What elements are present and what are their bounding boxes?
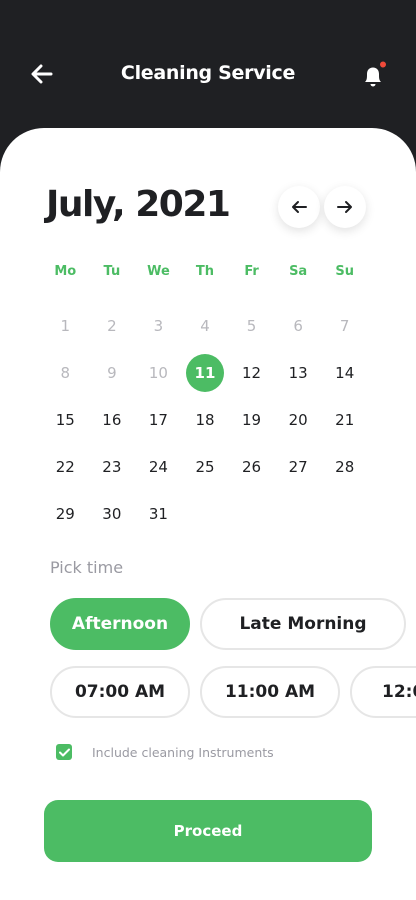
calendar-day-number: 5	[246, 316, 257, 335]
arrow-left-icon	[292, 201, 307, 213]
prev-month-button[interactable]	[278, 186, 320, 228]
calendar-day-number: 14	[335, 363, 355, 382]
weekday-label: Th	[195, 264, 215, 279]
calendar-day[interactable]: 1	[42, 302, 89, 349]
booking-sheet: July, 2021 Mo Tu We Th Fr Sa Su 12345678…	[0, 128, 416, 900]
include-instruments-option[interactable]: Include cleaning Instruments	[56, 744, 274, 760]
calendar-day[interactable]: 18	[182, 396, 229, 443]
calendar-day-number: 11	[185, 353, 224, 392]
calendar-day-number: 20	[288, 410, 308, 429]
check-icon	[58, 748, 70, 756]
calendar-day-number: 18	[195, 410, 215, 429]
calendar-days: 1 2 3 4 5 6 7 8 9 10 11 12 13 14 15 16 17 18 19 20 21 22 23 24 2…	[42, 302, 368, 537]
calendar-day[interactable]: 24	[135, 443, 182, 490]
notification-dot	[380, 61, 386, 68]
notification-button[interactable]	[358, 60, 388, 90]
calendar-day-number: 4	[200, 316, 210, 335]
weekday-label: Sa	[289, 264, 308, 279]
calendar-day[interactable]: 14	[321, 349, 368, 396]
calendar-day-number: 16	[102, 410, 122, 429]
month-label: July, 2021	[46, 184, 231, 225]
calendar-day[interactable]: 28	[321, 443, 368, 490]
calendar-day-number: 3	[153, 316, 164, 335]
calendar-day[interactable]: 9	[89, 349, 136, 396]
calendar-day[interactable]: 10	[135, 349, 182, 396]
calendar-day-number: 24	[148, 457, 168, 476]
calendar-day[interactable]: 8	[42, 349, 89, 396]
calendar-day-number: 30	[102, 504, 122, 523]
weekday-label: Fr	[244, 264, 259, 279]
calendar-day[interactable]: 12	[228, 349, 275, 396]
calendar-day-number: 27	[288, 457, 308, 476]
time-slot-0700-button[interactable]: 07:00 AM	[50, 666, 190, 718]
next-month-button[interactable]	[324, 186, 366, 228]
include-instruments-label: Include cleaning Instruments	[92, 744, 274, 760]
time-slot-1200-button[interactable]: 12:00 PM	[350, 666, 416, 718]
calendar-day-number: 17	[148, 410, 168, 429]
calendar-day[interactable]: 17	[135, 396, 182, 443]
calendar-day[interactable]: 31	[135, 490, 182, 537]
calendar-day-number: 1	[60, 316, 71, 335]
calendar-day[interactable]: 5	[228, 302, 275, 349]
calendar-day-selected[interactable]: 11	[182, 349, 229, 396]
calendar-day-number: 21	[335, 410, 355, 429]
calendar-day-number: 9	[107, 363, 117, 382]
include-instruments-checkbox[interactable]	[56, 744, 72, 760]
calendar-day-number: 8	[60, 363, 71, 382]
calendar-day[interactable]: 27	[275, 443, 322, 490]
calendar-day[interactable]: 6	[275, 302, 322, 349]
calendar-day-number: 15	[55, 410, 75, 429]
calendar-day-number: 28	[335, 457, 355, 476]
calendar-day-number: 26	[242, 457, 262, 476]
calendar-day[interactable]: 4	[182, 302, 229, 349]
calendar-day[interactable]: 26	[228, 443, 275, 490]
page-title: Cleaning Service	[120, 62, 296, 84]
period-afternoon-button[interactable]: Afternoon	[50, 598, 190, 650]
weekday-label: Tu	[103, 264, 121, 279]
calendar-day[interactable]: 21	[321, 396, 368, 443]
calendar-day-number: 22	[55, 457, 75, 476]
calendar-day-number: 2	[107, 316, 117, 335]
calendar-day[interactable]: 20	[275, 396, 322, 443]
calendar-day[interactable]: 2	[89, 302, 136, 349]
calendar-day[interactable]: 3	[135, 302, 182, 349]
time-slot-1100-button[interactable]: 11:00 AM	[200, 666, 340, 718]
calendar-day-number: 25	[195, 457, 215, 476]
bell-icon	[365, 61, 386, 87]
pick-time-label: Pick time	[50, 558, 124, 577]
calendar-day[interactable]: 29	[42, 490, 89, 537]
calendar-day[interactable]: 25	[182, 443, 229, 490]
calendar-day[interactable]: 7	[321, 302, 368, 349]
calendar-day-number: 23	[102, 457, 122, 476]
calendar-day[interactable]: 15	[42, 396, 89, 443]
calendar-day-number: 10	[148, 363, 168, 382]
weekday-label: We	[147, 264, 170, 279]
calendar-day-number: 29	[55, 504, 75, 523]
calendar-day-number: 19	[242, 410, 262, 429]
calendar-day-number: 6	[293, 316, 303, 335]
arrow-right-icon	[337, 201, 352, 213]
calendar-day-number: 12	[242, 363, 262, 382]
calendar-day[interactable]: 13	[275, 349, 322, 396]
period-late-morning-button[interactable]: Late Morning	[200, 598, 406, 650]
calendar-day[interactable]: 30	[89, 490, 136, 537]
weekday-header: Mo Tu We Th Fr Sa Su	[42, 264, 368, 279]
calendar-day[interactable]: 19	[228, 396, 275, 443]
calendar-day-number: 7	[339, 316, 350, 335]
weekday-label: Su	[335, 264, 355, 279]
calendar-day-number: 31	[148, 504, 168, 523]
proceed-button[interactable]: Proceed	[44, 800, 372, 862]
calendar-day-number: 13	[288, 363, 308, 382]
weekday-label: Mo	[54, 264, 77, 279]
calendar-day[interactable]: 16	[89, 396, 136, 443]
calendar-day[interactable]: 23	[89, 443, 136, 490]
calendar-day[interactable]: 22	[42, 443, 89, 490]
